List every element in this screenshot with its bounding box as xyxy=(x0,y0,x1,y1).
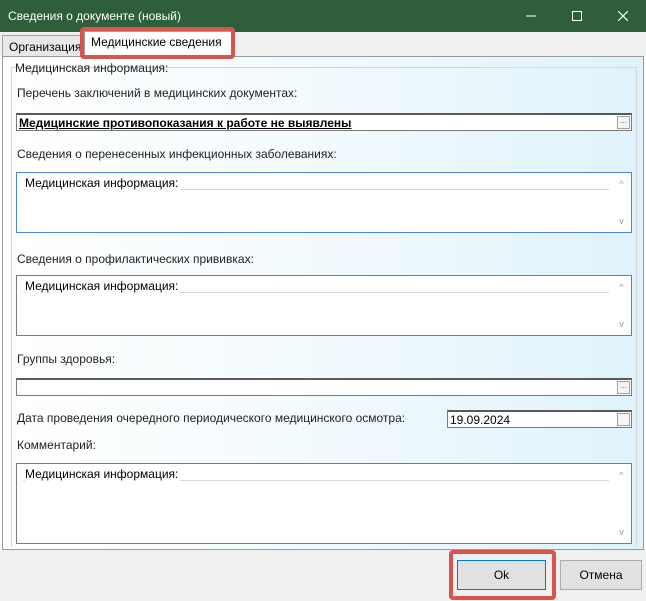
scroll-up-icon[interactable]: ^ xyxy=(614,280,629,294)
comment-scrollbar[interactable]: ^ v xyxy=(614,466,629,541)
vaccinations-inner-group: Медицинская информация: xyxy=(23,279,609,293)
scroll-up-icon[interactable]: ^ xyxy=(614,177,629,191)
ellipsis-icon[interactable]: ... xyxy=(617,116,630,129)
comment-label: Комментарий: xyxy=(17,438,96,452)
infections-memo[interactable]: Медицинская информация: ^ v xyxy=(16,172,632,233)
tab-organization[interactable]: Организация xyxy=(2,35,82,56)
window-title: Сведения о документе (новый) xyxy=(8,9,182,23)
close-button[interactable] xyxy=(600,0,646,32)
vaccinations-memo[interactable]: Медицинская информация: ^ v xyxy=(16,275,632,336)
exam-date-value: 19.09.2024 xyxy=(450,413,511,427)
infections-inner-group: Медицинская информация: xyxy=(23,176,609,190)
exam-date-field[interactable]: 19.09.2024 xyxy=(447,410,632,428)
vaccinations-scrollbar[interactable]: ^ v xyxy=(614,278,629,333)
ellipsis-icon[interactable]: ... xyxy=(617,381,630,394)
maximize-icon xyxy=(572,11,582,21)
ok-highlight-frame xyxy=(449,550,556,600)
health-groups-label: Группы здоровья: xyxy=(17,352,116,366)
infections-inner-label: Медицинская информация: xyxy=(25,176,181,190)
health-groups-field[interactable]: ... xyxy=(16,378,632,396)
comment-memo[interactable]: Медицинская информация: ^ v xyxy=(16,463,632,544)
scroll-down-icon[interactable]: v xyxy=(614,317,629,331)
close-icon xyxy=(618,11,628,21)
comment-inner-label: Медицинская информация: xyxy=(25,467,181,481)
calendar-icon[interactable] xyxy=(617,413,630,426)
comment-inner-group: Медицинская информация: xyxy=(23,467,609,481)
scroll-down-icon[interactable]: v xyxy=(614,214,629,228)
tab-highlight-frame xyxy=(80,27,235,59)
cancel-button[interactable]: Отмена xyxy=(560,560,642,590)
infections-scrollbar[interactable]: ^ v xyxy=(614,175,629,230)
conclusions-field[interactable]: Медицинские противопоказания к работе не… xyxy=(16,113,632,131)
minimize-button[interactable] xyxy=(508,0,554,32)
exam-date-label: Дата проведения очередного периодическог… xyxy=(17,411,406,425)
vaccinations-label: Сведения о профилактических прививках: xyxy=(17,252,254,266)
minimize-icon xyxy=(526,15,536,17)
scroll-up-icon[interactable]: ^ xyxy=(614,468,629,482)
vaccinations-inner-label: Медицинская информация: xyxy=(25,279,181,293)
conclusions-value: Медицинские противопоказания к работе не… xyxy=(19,116,352,130)
scroll-down-icon[interactable]: v xyxy=(614,525,629,539)
group-legend: Медицинская информация: xyxy=(15,61,169,75)
conclusions-label: Перечень заключений в медицинских докуме… xyxy=(17,86,298,100)
infections-label: Сведения о перенесенных инфекционных заб… xyxy=(17,147,337,161)
maximize-button[interactable] xyxy=(554,0,600,32)
